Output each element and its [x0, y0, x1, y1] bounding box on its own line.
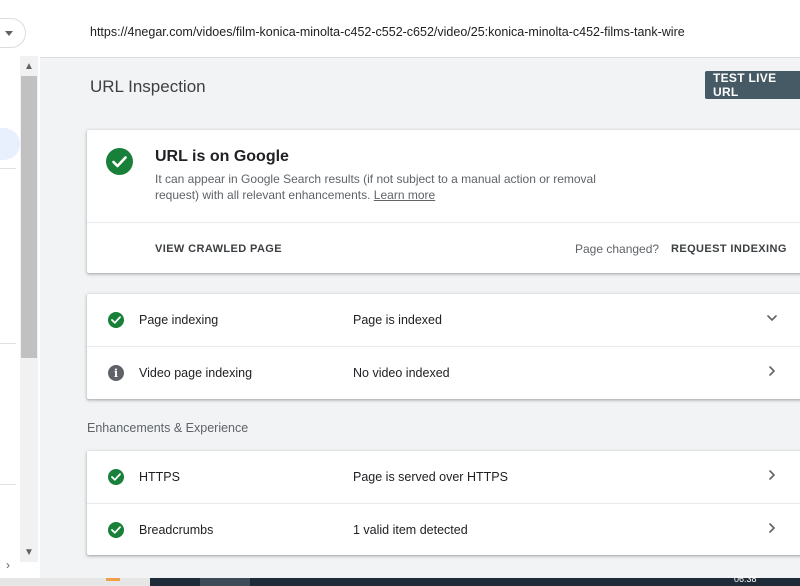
- scrollbar-thumb[interactable]: [21, 76, 37, 358]
- os-taskbar: 06:38 ‪: [0, 574, 800, 586]
- check-circle-icon: [106, 148, 133, 175]
- info-icon: i: [108, 365, 124, 381]
- taskbar-active-app[interactable]: [200, 578, 250, 586]
- request-indexing-button[interactable]: REQUEST INDEXING: [671, 243, 787, 255]
- index-status-card: URL is on Google It can appear in Google…: [87, 130, 800, 273]
- row-label: Video page indexing: [139, 366, 253, 380]
- caret-down-icon: [5, 31, 13, 36]
- property-selector-dropdown[interactable]: [0, 18, 26, 48]
- sidebar-active-item[interactable]: [0, 128, 20, 160]
- chevron-down-icon[interactable]: [765, 311, 779, 325]
- scroll-down-arrow-icon[interactable]: ▼: [20, 544, 38, 560]
- enhancements-card: HTTPS Page is served over HTTPS Breadcru…: [87, 451, 800, 555]
- taskbar-search-area[interactable]: [0, 578, 150, 586]
- inspected-url-bar[interactable]: https://4negar.com/vidoes/film-konica-mi…: [40, 0, 800, 58]
- inspected-url[interactable]: https://4negar.com/vidoes/film-konica-mi…: [90, 25, 685, 39]
- sidebar-divider: [0, 484, 16, 485]
- view-crawled-page-button[interactable]: VIEW CRAWLED PAGE: [155, 243, 282, 255]
- page-title: URL Inspection: [90, 77, 206, 96]
- card-divider: [87, 222, 800, 223]
- taskbar-app-icon[interactable]: [106, 578, 120, 581]
- learn-more-link[interactable]: Learn more: [374, 188, 435, 202]
- row-label: Breadcrumbs: [139, 523, 214, 537]
- page-changed-label: Page changed?: [575, 242, 660, 256]
- row-value: No video indexed: [353, 366, 450, 380]
- https-row[interactable]: HTTPS Page is served over HTTPS: [87, 451, 800, 503]
- check-icon: [108, 522, 124, 538]
- left-sidebar: ▲ ▼ ›: [0, 0, 40, 578]
- page-indexing-row[interactable]: Page indexing Page is indexed: [87, 294, 800, 346]
- breadcrumbs-row[interactable]: Breadcrumbs 1 valid item detected: [87, 504, 800, 556]
- video-page-indexing-row[interactable]: i Video page indexing No video indexed: [87, 347, 800, 399]
- check-icon: [108, 469, 124, 485]
- row-value: Page is served over HTTPS: [353, 470, 508, 484]
- taskbar-clock: 06:38 ‪: [734, 574, 760, 584]
- row-label: HTTPS: [139, 470, 180, 484]
- chevron-right-icon[interactable]: [765, 521, 779, 535]
- test-live-url-button[interactable]: TEST LIVE URL: [705, 71, 800, 99]
- row-label: Page indexing: [139, 313, 219, 327]
- status-description: It can appear in Google Search results (…: [155, 171, 625, 203]
- row-value: Page is indexed: [353, 313, 442, 327]
- check-icon: [108, 312, 124, 328]
- sidebar-divider: [0, 343, 16, 344]
- scroll-up-arrow-icon[interactable]: ▲: [20, 58, 38, 74]
- enhancements-section-label: Enhancements & Experience: [87, 421, 249, 435]
- status-title: URL is on Google: [155, 148, 289, 165]
- chevron-right-icon[interactable]: [765, 468, 779, 482]
- sidebar-divider: [0, 168, 16, 169]
- sidebar-scrollbar[interactable]: ▲ ▼: [20, 56, 38, 562]
- chevron-right-icon[interactable]: [765, 364, 779, 378]
- expand-arrow-icon[interactable]: ›: [6, 558, 10, 572]
- row-value: 1 valid item detected: [353, 523, 468, 537]
- indexing-card: Page indexing Page is indexed i Video pa…: [87, 294, 800, 399]
